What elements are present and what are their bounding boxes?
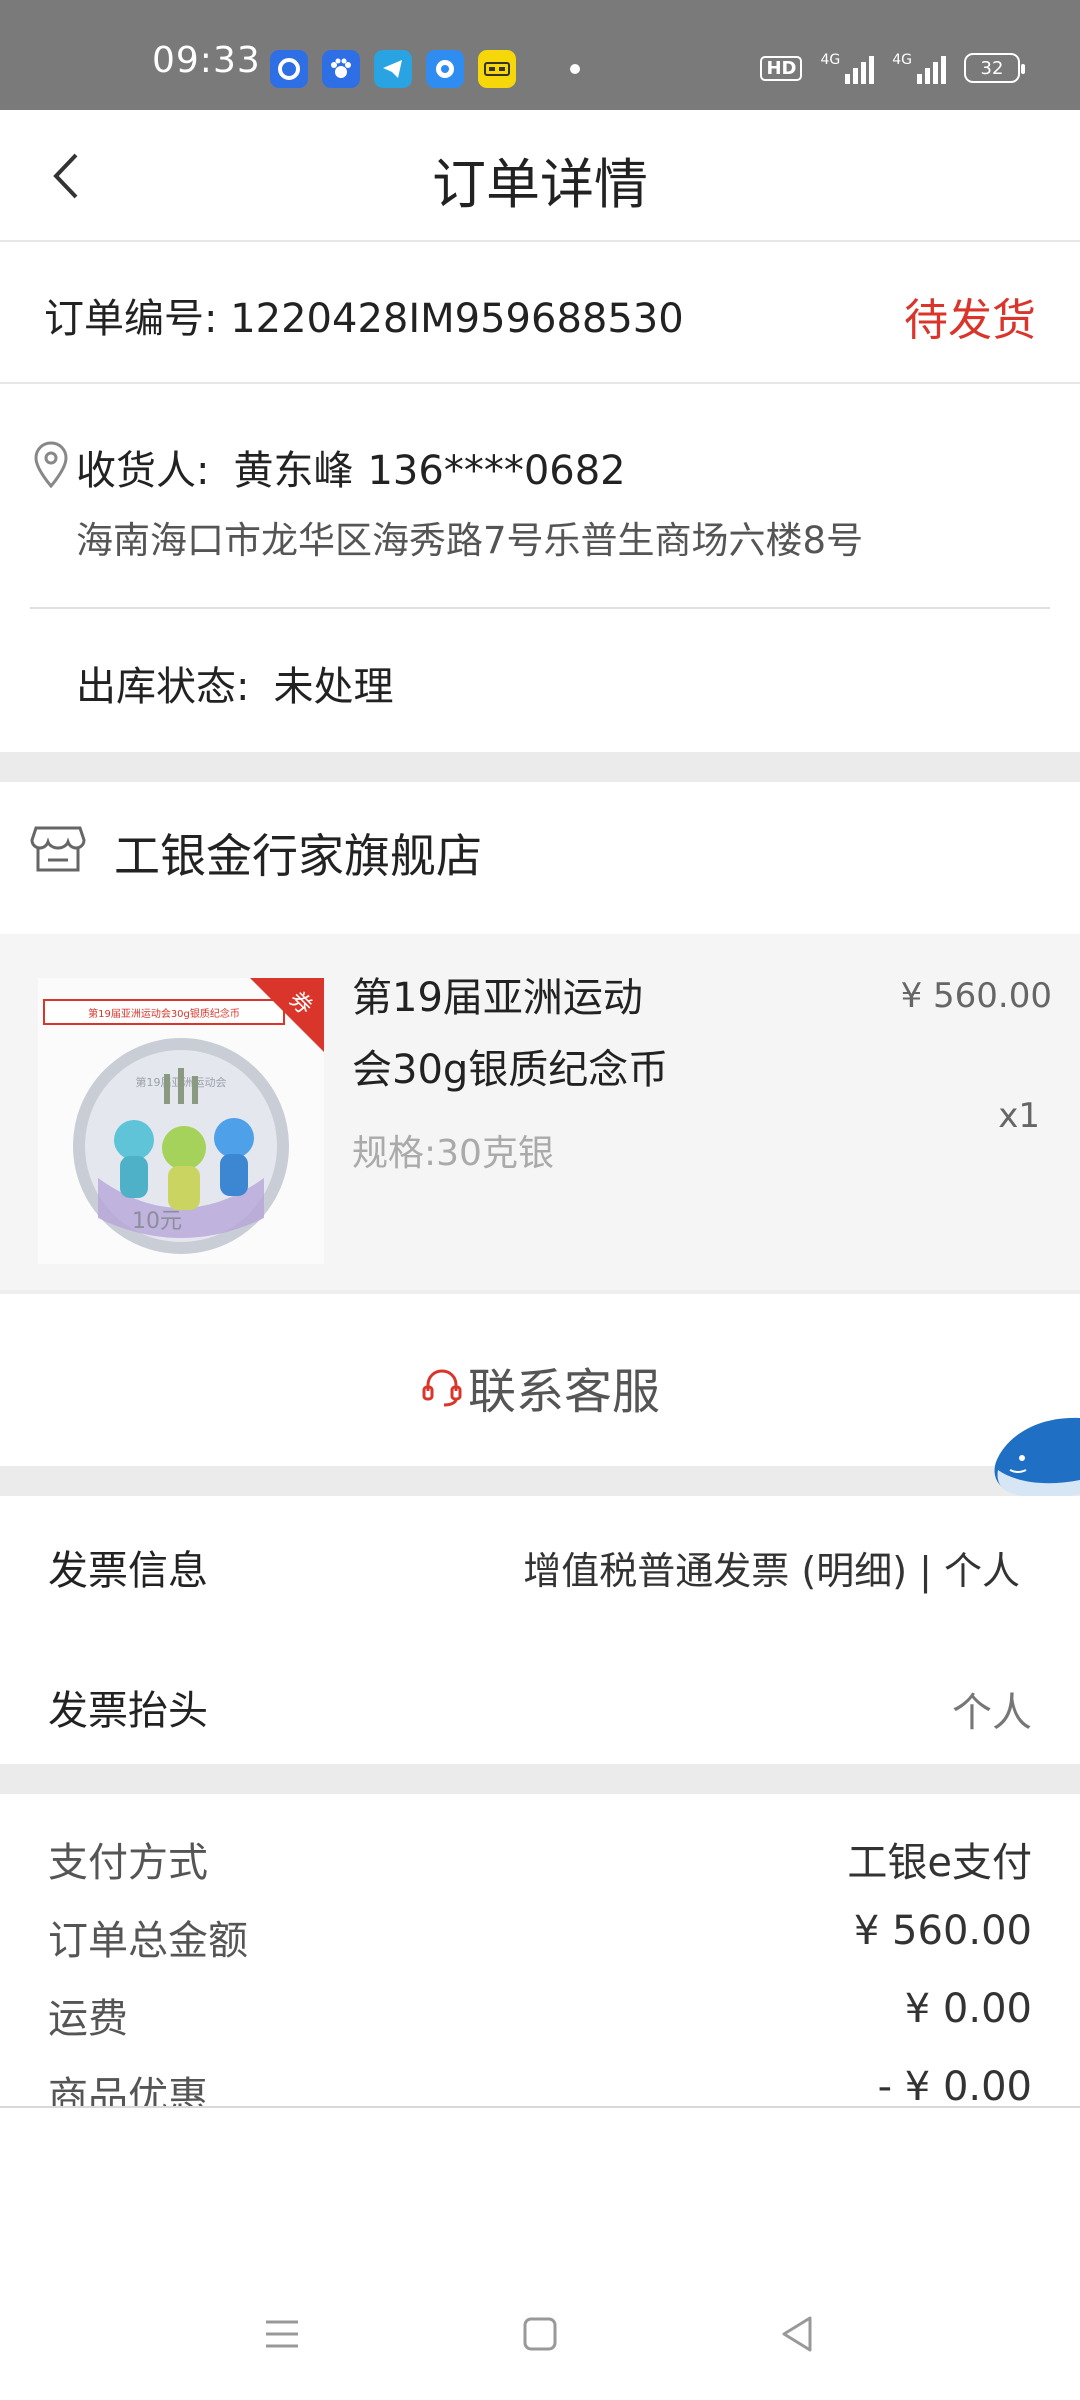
telegram-notification-icon — [374, 50, 412, 88]
menu-button[interactable] — [252, 2304, 312, 2364]
product-title[interactable]: 第19届亚洲运动会30g银质纪念币 — [352, 962, 672, 1106]
contact-service-label: 联系客服 — [467, 1364, 660, 1420]
receiver-phone: 136****0682 — [367, 448, 626, 494]
shipping-status-row: 出库状态: 未处理 — [0, 610, 1080, 752]
system-nav-bar — [0, 2280, 1080, 2400]
app-notification-icon — [270, 50, 308, 88]
battery-icon: 32 — [964, 53, 1025, 83]
order-status-badge: 待发货 — [904, 295, 1036, 346]
baidu-notification-icon — [322, 50, 360, 88]
location-pin-icon — [34, 441, 68, 489]
payment-method-value: 工银e支付 — [847, 1840, 1032, 1886]
invoice-title-label: 发票抬头 — [48, 1688, 208, 1734]
page-title: 订单详情 — [432, 153, 648, 216]
section-divider — [0, 1466, 1080, 1496]
order-total-value: ¥ 560.00 — [853, 1908, 1032, 1954]
shipping-status-value: 未处理 — [273, 664, 394, 710]
shipping-status: 出库状态: 未处理 — [76, 664, 394, 710]
invoice-info-value: 增值税普通发票 (明细) | 个人 — [523, 1549, 1020, 1593]
status-bar: 09:33 HD 4G 4G 32 — [0, 0, 1080, 110]
status-time: 09:33 — [152, 40, 261, 81]
shop-row[interactable]: 工银金行家旗舰店 — [0, 782, 1080, 934]
shipping-fee-row: 运费 ¥ 0.00 — [0, 1986, 1080, 2056]
more-notifications-icon — [570, 64, 580, 74]
product-item[interactable]: 第19届亚洲运动会30g银质纪念币 券 第19届亚洲运动会 10元 第19届亚洲… — [0, 934, 1080, 1294]
receiver-name: 黄东峰 — [233, 448, 354, 494]
contact-service-button[interactable]: 联系客服 — [0, 1352, 1080, 1422]
receiver-info: 收货人: 黄东峰 136****0682 — [76, 438, 626, 496]
delivery-address: 收货人: 黄东峰 136****0682 海南海口市龙华区海秀路7号乐普生商场六楼8… — [0, 384, 1080, 610]
shop-app-notification-icon — [478, 50, 516, 88]
headset-icon — [422, 1369, 462, 1407]
home-icon — [523, 2317, 557, 2351]
home-button[interactable] — [510, 2304, 570, 2364]
back-icon — [782, 2316, 812, 2352]
payment-method-row: 支付方式 工银e支付 — [0, 1830, 1080, 1900]
receiver-address: 海南海口市龙华区海秀路7号乐普生商场六楼8号 — [76, 519, 864, 562]
payment-method-label: 支付方式 — [48, 1840, 208, 1886]
menu-icon — [266, 2320, 298, 2348]
hd-badge: HD — [760, 55, 803, 81]
header: 订单详情 — [0, 110, 1080, 242]
floating-assistant-icon[interactable] — [988, 1408, 1080, 1504]
invoice-title-row[interactable]: 发票抬头 个人 — [0, 1636, 1080, 1776]
shipping-fee-value: ¥ 0.00 — [904, 1986, 1032, 2032]
shop-name: 工银金行家旗舰店 — [114, 829, 482, 883]
order-number: 订单编号: 1220428IM959688530 — [44, 296, 684, 342]
shipping-fee-label: 运费 — [48, 1996, 128, 2042]
section-divider — [0, 752, 1080, 782]
product-image-banner: 第19届亚洲运动会30g银质纪念币 — [88, 1007, 240, 1020]
order-number-row: 订单编号: 1220428IM959688530 待发货 — [0, 242, 1080, 384]
product-price: ¥ 560.00 — [900, 976, 1052, 1016]
receiver-label: 收货人: — [76, 448, 210, 494]
product-image-denomination: 10元 — [132, 1209, 182, 1234]
invoice-info-row[interactable]: 发票信息 增值税普通发票 (明细) | 个人 — [0, 1496, 1080, 1636]
order-total-label: 订单总金额 — [48, 1918, 248, 1964]
customer-service-row: 联系客服 — [0, 1298, 1080, 1466]
product-image[interactable]: 第19届亚洲运动会30g银质纪念币 券 第19届亚洲运动会 10元 — [38, 978, 324, 1264]
store-icon — [30, 826, 86, 872]
payment-summary: 支付方式 工银e支付 订单总金额 ¥ 560.00 运费 ¥ 0.00 商品优惠… — [0, 1794, 1080, 2108]
product-spec: 规格:30克银 — [352, 1133, 554, 1174]
invoice-info-label: 发票信息 — [48, 1548, 208, 1594]
browser-notification-icon — [426, 50, 464, 88]
order-total-row: 订单总金额 ¥ 560.00 — [0, 1908, 1080, 1978]
status-indicators: HD 4G 4G 32 — [760, 52, 1025, 84]
discount-label: 商品优惠 — [48, 2074, 208, 2108]
product-quantity: x1 — [998, 1096, 1040, 1136]
back-nav-button[interactable] — [768, 2304, 828, 2364]
discount-value: - ¥ 0.00 — [877, 2064, 1032, 2108]
discount-row: 商品优惠 - ¥ 0.00 — [0, 2064, 1080, 2108]
invoice-title-value: 个人 — [952, 1690, 1032, 1736]
order-number-value: 1220428IM959688530 — [230, 296, 684, 342]
signal-icon: 4G — [820, 52, 875, 84]
signal-icon: 4G — [892, 52, 946, 84]
section-divider — [0, 1764, 1080, 1794]
notification-icons — [270, 50, 580, 88]
divider — [30, 607, 1050, 609]
